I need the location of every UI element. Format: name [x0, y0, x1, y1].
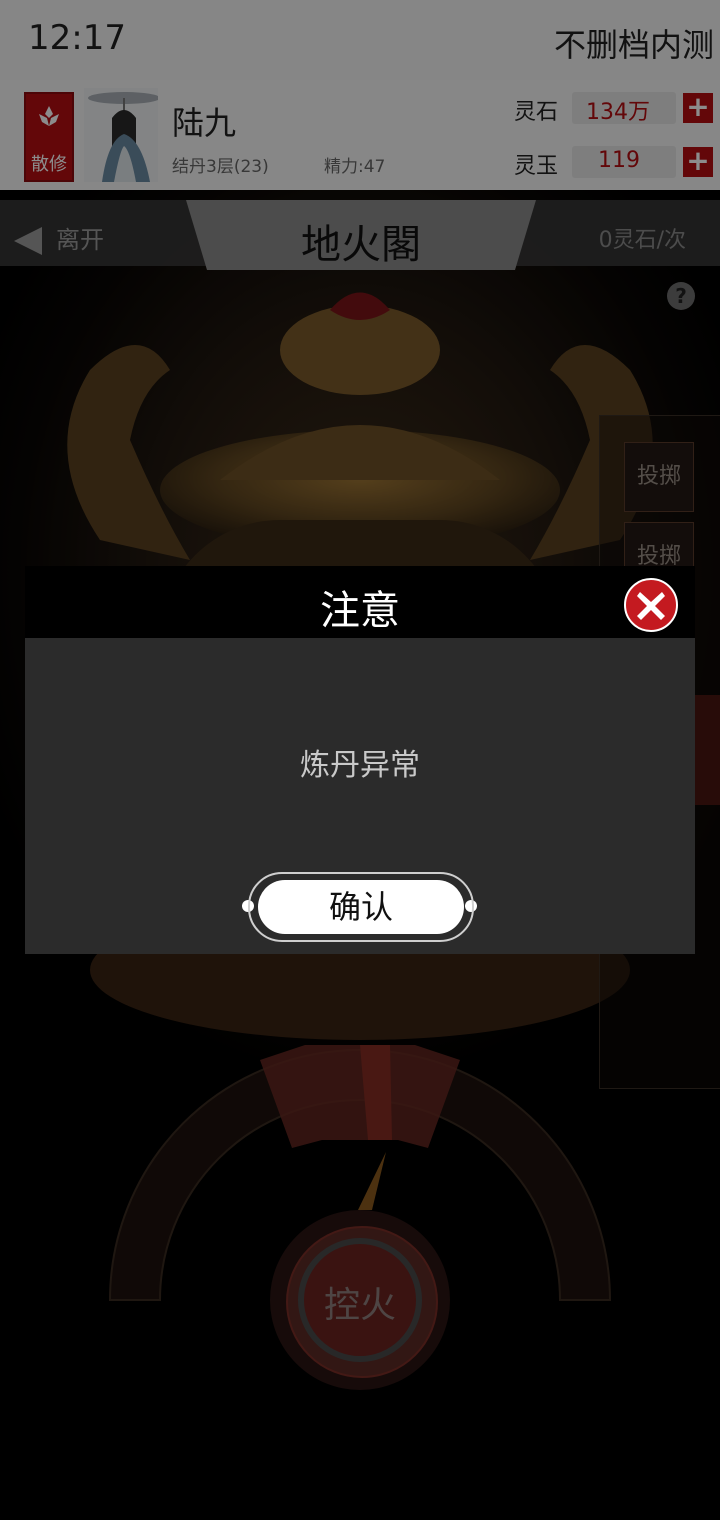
notice-dialog: 注意 炼丹异常 确认: [25, 566, 695, 954]
dialog-header: 注意: [25, 566, 695, 638]
confirm-label: 确认: [328, 888, 393, 926]
close-icon: [637, 592, 665, 620]
app-root: 12:17 不删档内测 散修 陆九 结丹3层(23) 精力:47 灵石 134万: [0, 0, 720, 1520]
confirm-button[interactable]: 确认: [258, 880, 464, 934]
dialog-message: 炼丹异常: [300, 748, 420, 783]
confirm-button-frame: 确认: [248, 872, 474, 942]
close-button[interactable]: [624, 578, 678, 632]
dialog-title: 注意: [320, 588, 400, 634]
